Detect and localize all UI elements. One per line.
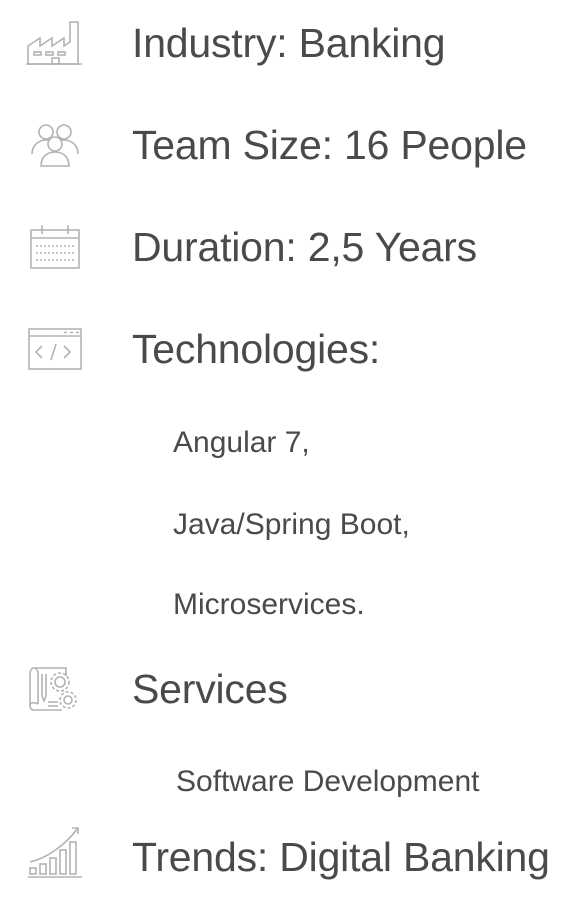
trends-row: Trends: Digital Banking bbox=[0, 827, 566, 906]
team-size-label: Team Size: 16 People bbox=[132, 122, 527, 168]
technologies-row: Technologies: bbox=[0, 324, 566, 384]
services-blueprint-icon bbox=[26, 664, 84, 712]
technologies-label: Technologies: bbox=[132, 326, 381, 372]
industry-label: Industry: Banking bbox=[132, 20, 446, 66]
calendar-icon bbox=[26, 222, 84, 270]
team-size-row: Team Size: 16 People bbox=[0, 120, 566, 180]
services-label: Services bbox=[132, 666, 288, 712]
technology-item: Java/Spring Boot, bbox=[173, 508, 410, 541]
industry-row: Industry: Banking bbox=[0, 18, 566, 78]
duration-row: Duration: 2,5 Years bbox=[0, 222, 566, 282]
technology-item: Microservices. bbox=[173, 588, 365, 621]
code-window-icon bbox=[26, 324, 84, 372]
growth-chart-icon bbox=[26, 824, 84, 880]
duration-label: Duration: 2,5 Years bbox=[132, 224, 477, 270]
trends-label: Trends: Digital Banking bbox=[132, 834, 550, 880]
service-item: Software Development bbox=[176, 765, 480, 798]
technology-item: Angular 7, bbox=[173, 426, 310, 459]
team-icon bbox=[26, 120, 84, 168]
factory-icon bbox=[26, 18, 84, 66]
services-row: Services bbox=[0, 664, 566, 724]
